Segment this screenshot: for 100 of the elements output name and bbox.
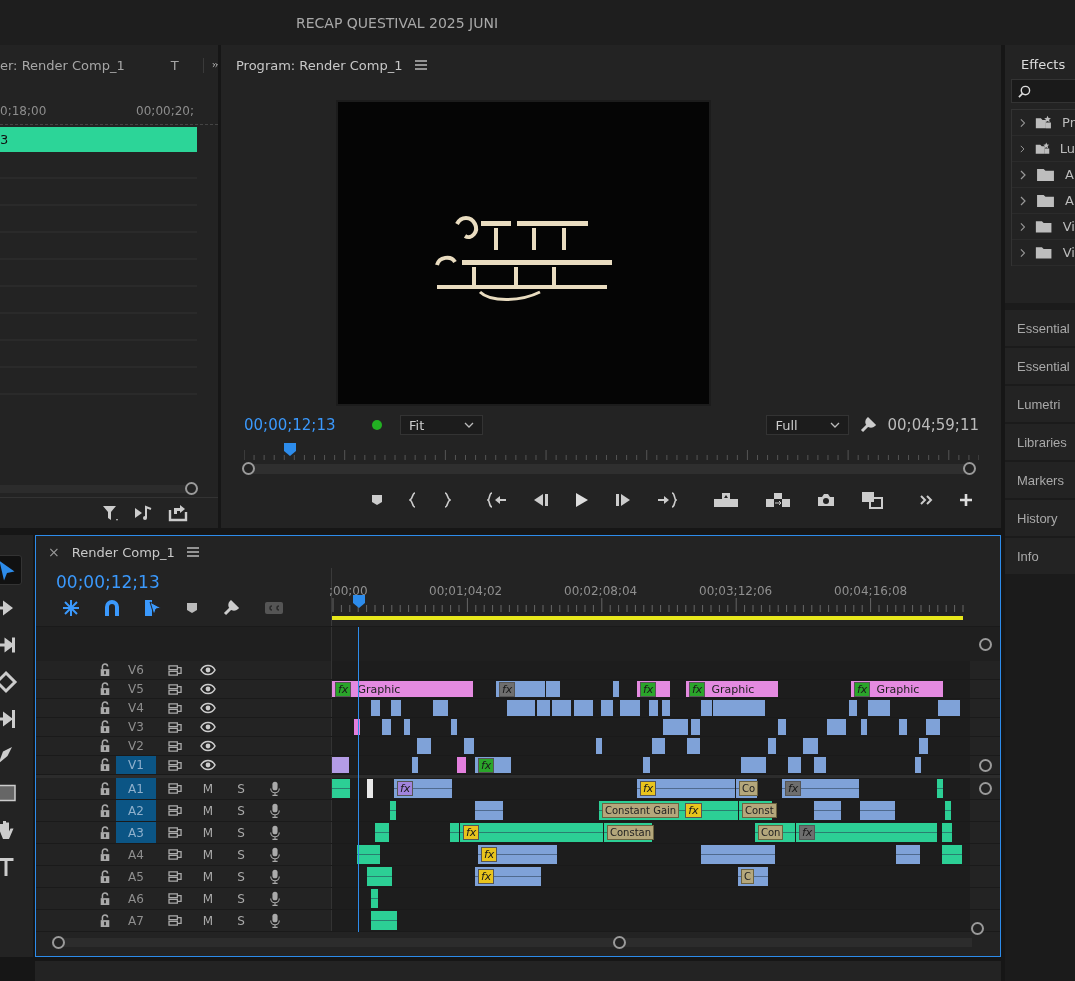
sync-lock-icon[interactable] <box>167 914 183 927</box>
video-clip[interactable] <box>391 700 402 716</box>
microphone-icon[interactable] <box>269 890 281 907</box>
video-clip[interactable] <box>546 681 561 697</box>
microphone-icon[interactable] <box>269 780 281 797</box>
export-icon[interactable] <box>168 504 188 522</box>
sync-lock-icon[interactable] <box>167 826 183 839</box>
panel-tab[interactable]: Markers <box>1005 462 1075 498</box>
track-target[interactable]: A1 <box>116 778 156 799</box>
panel-tab[interactable]: er: Render Comp_1 <box>0 57 125 73</box>
video-clip[interactable] <box>613 681 620 697</box>
video-clip[interactable] <box>687 738 701 754</box>
magnet-icon[interactable] <box>104 599 120 617</box>
add-icon[interactable] <box>959 493 973 507</box>
video-clip[interactable] <box>451 719 458 735</box>
track-lane[interactable]: Constant Gain fx Const <box>331 800 970 821</box>
video-clip[interactable] <box>701 700 713 716</box>
track-lane[interactable]: fx Constan Con fx <box>331 822 970 843</box>
go-to-out-icon[interactable] <box>657 492 677 508</box>
audio-clip[interactable]: fx <box>478 845 558 864</box>
video-clip[interactable] <box>814 757 827 773</box>
video-clip[interactable] <box>404 719 411 735</box>
video-clip[interactable] <box>713 700 766 716</box>
video-clip[interactable] <box>827 719 847 735</box>
go-to-in-icon[interactable] <box>487 492 507 508</box>
compare-icon[interactable] <box>861 491 883 509</box>
lock-icon[interactable] <box>99 803 111 818</box>
track-lane[interactable] <box>331 910 970 931</box>
track-lane[interactable]: fx fx Co fx <box>331 778 970 799</box>
video-clip[interactable] <box>803 738 819 754</box>
video-clip[interactable] <box>919 738 929 754</box>
graphic-clip[interactable]: fx Graphic <box>332 681 474 697</box>
track-lane[interactable] <box>331 718 970 736</box>
track-target[interactable]: A2 <box>116 800 156 821</box>
marker-icon[interactable] <box>371 494 383 506</box>
audio-clip[interactable]: Con <box>755 823 796 842</box>
audio-clip[interactable] <box>357 845 381 864</box>
more-icon[interactable] <box>919 494 933 506</box>
video-clip[interactable] <box>691 719 701 735</box>
graphic-clip[interactable]: fx Graphic <box>851 681 944 697</box>
scroll-handle[interactable] <box>963 462 976 475</box>
insert-icon[interactable] <box>62 599 80 617</box>
video-clip[interactable] <box>537 700 551 716</box>
track-target[interactable]: V1 <box>116 756 156 774</box>
time-ruler[interactable] <box>332 598 964 612</box>
sync-lock-icon[interactable] <box>167 758 183 772</box>
audio-clip[interactable] <box>332 779 351 798</box>
audio-clip[interactable] <box>390 801 397 820</box>
sync-lock-icon[interactable] <box>167 782 183 795</box>
track-lane[interactable]: fx Graphic fx fx fx Graphic fx Graphic <box>331 680 970 698</box>
graphic-clip[interactable]: fx Graphic <box>686 681 779 697</box>
effects-folder[interactable]: Vi <box>1012 240 1075 266</box>
sequence-tab[interactable]: Render Comp_1 <box>71 544 175 560</box>
timecode[interactable]: 00;00;12;13 <box>56 568 331 596</box>
audio-clip[interactable] <box>942 823 953 842</box>
scroll-handle[interactable] <box>613 936 626 949</box>
track-target[interactable]: A7 <box>116 910 156 931</box>
tool-button[interactable] <box>0 555 22 585</box>
video-clip[interactable] <box>382 719 392 735</box>
resolution-dropdown[interactable]: Full <box>766 415 850 435</box>
solo-button[interactable]: S <box>237 825 245 840</box>
audio-clip[interactable] <box>371 889 379 908</box>
video-clip[interactable] <box>417 738 432 754</box>
video-clip[interactable] <box>601 700 614 716</box>
audio-clip[interactable] <box>475 801 504 820</box>
lift-icon[interactable] <box>713 492 739 508</box>
microphone-icon[interactable] <box>269 868 281 885</box>
scroll-handle[interactable] <box>52 936 65 949</box>
solo-button[interactable]: S <box>237 781 245 796</box>
panel-tab[interactable]: Libraries <box>1005 424 1075 460</box>
lock-icon[interactable] <box>99 758 111 772</box>
camera-icon[interactable] <box>817 493 835 507</box>
video-clip[interactable] <box>649 700 659 716</box>
panel-tab[interactable]: Essential <box>1005 348 1075 384</box>
audio-clip[interactable] <box>942 845 963 864</box>
audio-clip[interactable]: fx <box>637 779 736 798</box>
video-clip[interactable] <box>788 757 802 773</box>
sync-lock-icon[interactable] <box>167 701 183 715</box>
sync-lock-icon[interactable] <box>167 682 183 696</box>
video-clip[interactable] <box>464 738 475 754</box>
mute-button[interactable]: M <box>202 825 214 840</box>
mute-button[interactable]: M <box>202 891 214 906</box>
video-clip[interactable] <box>768 738 777 754</box>
track-target[interactable]: A3 <box>116 822 156 843</box>
playhead[interactable] <box>351 594 366 608</box>
scroll-track[interactable] <box>52 936 972 949</box>
mark-out-icon[interactable] <box>443 492 451 508</box>
audio-clip[interactable] <box>814 801 842 820</box>
microphone-icon[interactable] <box>269 824 281 841</box>
scroll-handle[interactable] <box>978 782 992 795</box>
video-clip[interactable] <box>663 719 689 735</box>
effects-folder[interactable]: A <box>1012 188 1075 214</box>
clip-bar[interactable]: 3 <box>0 127 197 152</box>
play-audio-icon[interactable] <box>134 505 154 521</box>
video-clip[interactable] <box>741 757 767 773</box>
microphone-icon[interactable] <box>269 802 281 819</box>
graphic-clip[interactable]: fx <box>637 681 671 697</box>
video-clip[interactable] <box>412 757 419 773</box>
solo-button[interactable]: S <box>237 913 245 928</box>
video-clip[interactable] <box>643 757 651 773</box>
